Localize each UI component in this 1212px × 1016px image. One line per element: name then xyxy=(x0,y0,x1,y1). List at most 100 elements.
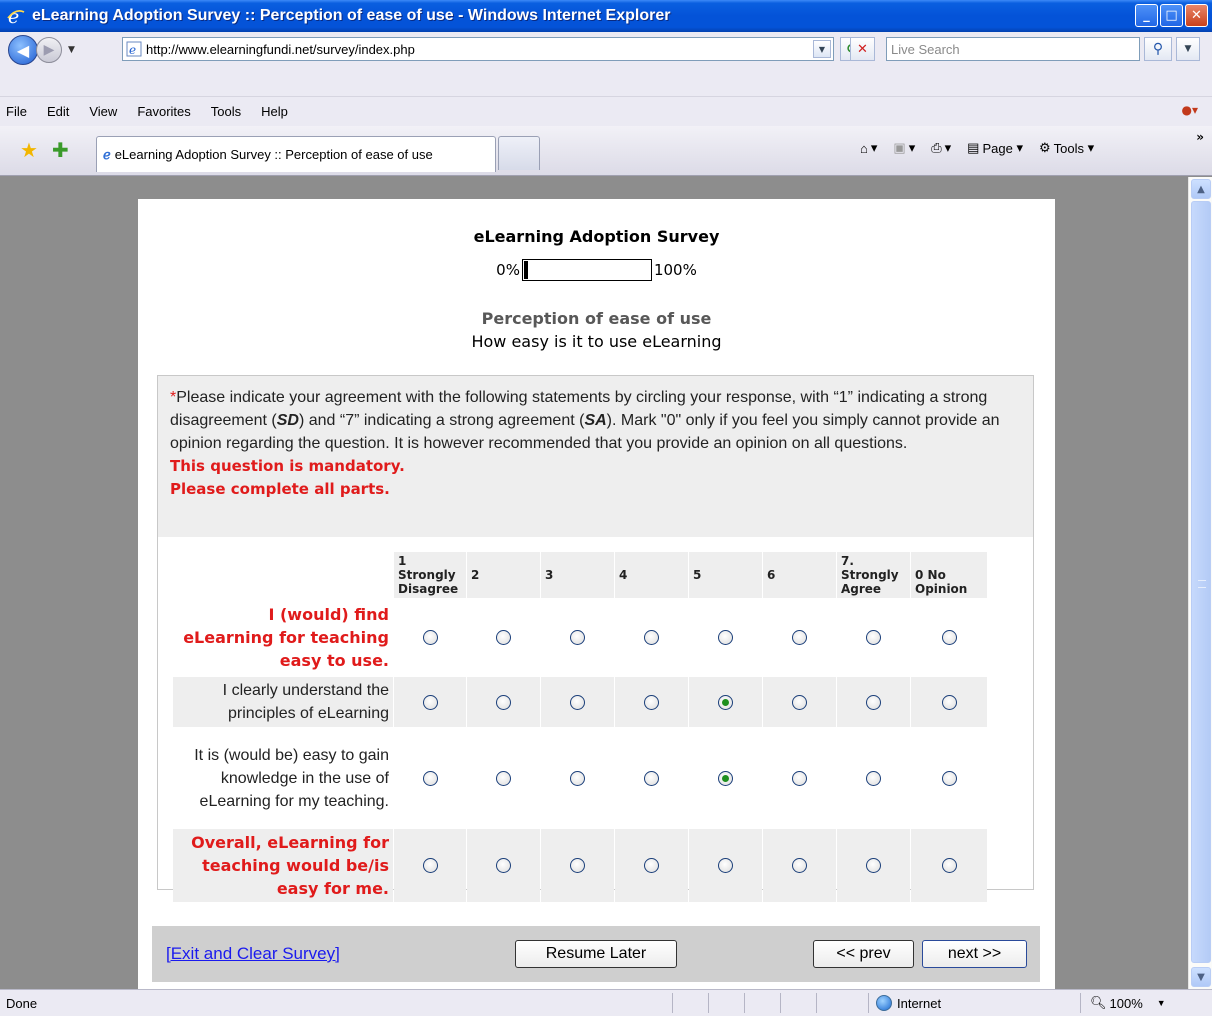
next-button[interactable]: next >> xyxy=(922,940,1027,968)
ie-logo-icon: e xyxy=(7,6,25,26)
exit-clear-survey-link[interactable]: [Exit and Clear Survey] xyxy=(166,944,340,964)
answer-radio[interactable] xyxy=(644,858,659,873)
scroll-down-arrow-icon[interactable]: ▼ xyxy=(1191,967,1211,987)
scroll-up-arrow-icon[interactable]: ▲ xyxy=(1191,179,1211,199)
answer-radio[interactable] xyxy=(644,630,659,645)
answer-radio[interactable] xyxy=(570,770,585,786)
answer-radio[interactable] xyxy=(792,694,807,710)
more-commands-chevron-icon[interactable]: » xyxy=(1196,130,1204,144)
column-header-line-1: 5 xyxy=(693,568,702,582)
answer-radio[interactable] xyxy=(570,858,585,873)
radio-cell xyxy=(911,730,987,826)
window-title: eLearning Adoption Survey :: Perception … xyxy=(32,7,671,24)
answer-radio[interactable] xyxy=(866,694,881,710)
answer-radio[interactable] xyxy=(496,694,511,710)
radio-cell xyxy=(763,730,836,826)
answer-radio[interactable] xyxy=(792,858,807,873)
radio-cell xyxy=(837,677,910,727)
print-icon: ⎙ xyxy=(931,140,942,155)
menu-view[interactable]: View xyxy=(89,104,117,119)
answer-radio[interactable] xyxy=(718,770,733,786)
column-header-line-1: 0 No xyxy=(915,568,946,582)
menu-edit[interactable]: Edit xyxy=(47,104,69,119)
radio-cell xyxy=(541,829,614,902)
answer-radio[interactable] xyxy=(792,630,807,645)
favorites-center-icon[interactable]: ★ xyxy=(20,138,38,162)
radio-cell xyxy=(615,829,688,902)
search-input[interactable]: Live Search xyxy=(886,37,1140,61)
radio-cell xyxy=(689,730,762,826)
answer-grid: 1 Strongly Disagree 2 3 4 5 6 7. Strongly Agree 0… xyxy=(172,549,988,905)
column-header-line-2 xyxy=(619,582,684,596)
vertical-scrollbar[interactable]: ▲ ▼ xyxy=(1188,177,1212,989)
answer-radio[interactable] xyxy=(644,694,659,710)
answer-radio[interactable] xyxy=(866,630,881,645)
address-bar[interactable]: e http://www.elearningfundi.net/survey/i… xyxy=(122,37,834,61)
column-header-line-2: Opinion xyxy=(915,582,968,596)
answer-radio[interactable] xyxy=(570,630,585,645)
answer-radio[interactable] xyxy=(644,770,659,786)
radio-cell xyxy=(763,601,836,674)
answer-radio[interactable] xyxy=(866,858,881,873)
answer-radio[interactable] xyxy=(422,770,438,786)
row-statement: I clearly understand the principles of e… xyxy=(173,677,393,727)
security-zone[interactable]: Internet xyxy=(876,995,941,1011)
progress-end-label: 100% xyxy=(653,261,697,279)
search-options-dropdown-icon[interactable]: ▼ xyxy=(1176,37,1200,61)
feeds-button[interactable]: ▣ ▾ xyxy=(893,140,915,156)
column-header: 4 xyxy=(615,552,688,598)
home-button[interactable]: ⌂ ▾ xyxy=(860,140,877,156)
column-header-line-1: 6 xyxy=(767,568,776,582)
answer-radio[interactable] xyxy=(422,694,438,710)
close-window-button[interactable]: ✕ xyxy=(1185,4,1208,27)
answer-radio[interactable] xyxy=(941,858,957,873)
page-icon: e xyxy=(126,41,142,57)
new-tab-button[interactable] xyxy=(498,136,540,170)
answer-radio[interactable] xyxy=(718,630,733,645)
status-divider xyxy=(708,993,709,1013)
menu-tools[interactable]: Tools xyxy=(211,104,241,119)
resume-later-button[interactable]: Resume Later xyxy=(515,940,677,968)
grid-row: I clearly understand the principles of e… xyxy=(173,677,987,727)
answer-radio[interactable] xyxy=(570,694,585,710)
recent-pages-dropdown-icon[interactable]: ▼ xyxy=(68,45,75,55)
menu-help[interactable]: Help xyxy=(261,104,288,119)
stop-button[interactable]: ✕ xyxy=(850,37,875,61)
forward-button[interactable]: ▶ xyxy=(36,37,62,63)
column-header: 6 xyxy=(763,552,836,598)
answer-radio[interactable] xyxy=(941,770,957,786)
tab-survey[interactable]: ℯ eLearning Adoption Survey :: Perceptio… xyxy=(96,136,496,172)
answer-radio[interactable] xyxy=(941,694,957,710)
answer-radio[interactable] xyxy=(718,858,733,873)
prev-button[interactable]: << prev xyxy=(813,940,914,968)
answer-radio[interactable] xyxy=(496,770,511,786)
translate-icon[interactable]: ●▾ xyxy=(1182,103,1199,117)
url-text[interactable]: http://www.elearningfundi.net/survey/ind… xyxy=(146,42,415,57)
minimize-button[interactable]: _ xyxy=(1135,4,1158,27)
zoom-dropdown-icon[interactable]: ▼ xyxy=(1157,998,1166,1008)
add-favorites-icon[interactable]: ✚ xyxy=(52,138,69,162)
answer-radio[interactable] xyxy=(496,858,511,873)
globe-icon xyxy=(876,995,892,1011)
zoom-control[interactable]: 🔍︎ 100% ▼ xyxy=(1090,995,1166,1011)
column-header-line-1: 7. Strongly xyxy=(841,554,899,582)
answer-radio[interactable] xyxy=(422,858,438,873)
scroll-thumb[interactable] xyxy=(1191,201,1211,963)
radio-cell xyxy=(689,829,762,902)
print-button[interactable]: ⎙ ▾ xyxy=(931,140,951,156)
address-dropdown-icon[interactable]: ▼ xyxy=(813,40,831,58)
tools-menu-button[interactable]: ⚙ Tools ▾ xyxy=(1039,140,1094,156)
answer-radio[interactable] xyxy=(866,770,881,786)
page-menu-button[interactable]: ▤ Page ▾ xyxy=(967,140,1023,156)
complete-all-notice: Please complete all parts. xyxy=(170,480,390,498)
menu-favorites[interactable]: Favorites xyxy=(137,104,190,119)
maximize-button[interactable]: □ xyxy=(1160,4,1183,27)
menu-file[interactable]: File xyxy=(6,104,27,119)
search-icon[interactable]: ⚲ xyxy=(1144,37,1172,61)
answer-radio[interactable] xyxy=(718,694,733,710)
back-button[interactable]: ◀ xyxy=(8,35,38,65)
answer-radio[interactable] xyxy=(792,770,807,786)
answer-radio[interactable] xyxy=(496,630,511,645)
answer-radio[interactable] xyxy=(941,630,957,645)
answer-radio[interactable] xyxy=(422,630,438,645)
